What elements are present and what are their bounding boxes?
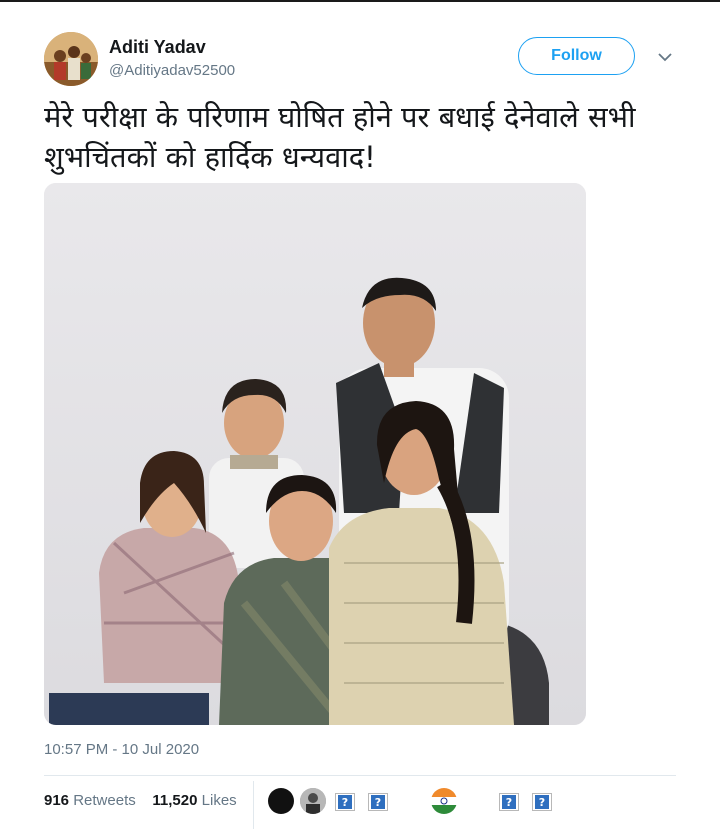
liker-avatar[interactable]	[300, 788, 326, 814]
retweets-label: Retweets	[73, 792, 136, 809]
tweet-text-line-2: शुभचिंतकों को हार्दिक धन्यवाद!	[44, 140, 376, 174]
retweets-stat[interactable]: 916 Retweets	[44, 792, 136, 809]
india-flag-icon[interactable]	[431, 788, 457, 814]
follow-button[interactable]: Follow	[518, 37, 635, 75]
tweet-timestamp[interactable]: 10:57 PM - 10 Jul 2020	[44, 741, 199, 758]
retweets-count: 916	[44, 792, 70, 809]
liker-avatar[interactable]	[268, 788, 294, 814]
tweet-photo[interactable]	[44, 183, 586, 725]
top-border	[0, 0, 720, 2]
broken-image-icon: ?	[335, 793, 355, 811]
author-handle[interactable]: @Aditiyadav52500	[109, 62, 235, 79]
likes-stat[interactable]: 11,520 Likes	[152, 792, 236, 809]
tweet-text: मेरे परीक्षा के परिणाम घोषित होने पर बधा…	[44, 97, 684, 177]
broken-image-icon: ?	[532, 793, 552, 811]
chevron-down-icon[interactable]	[657, 50, 673, 62]
stats-divider	[44, 775, 676, 776]
likes-count: 11,520	[152, 792, 198, 809]
tweet-stats: 916 Retweets 11,520 Likes	[44, 792, 237, 809]
broken-image-icon: ?	[368, 793, 388, 811]
author-avatar[interactable]	[44, 32, 98, 86]
stats-separator	[253, 781, 254, 829]
author-name[interactable]: Aditi Yadav	[109, 37, 206, 58]
tweet-text-line-1: मेरे परीक्षा के परिणाम घोषित होने पर बधा…	[44, 100, 636, 134]
likes-label: Likes	[201, 792, 237, 809]
broken-image-icon: ?	[499, 793, 519, 811]
